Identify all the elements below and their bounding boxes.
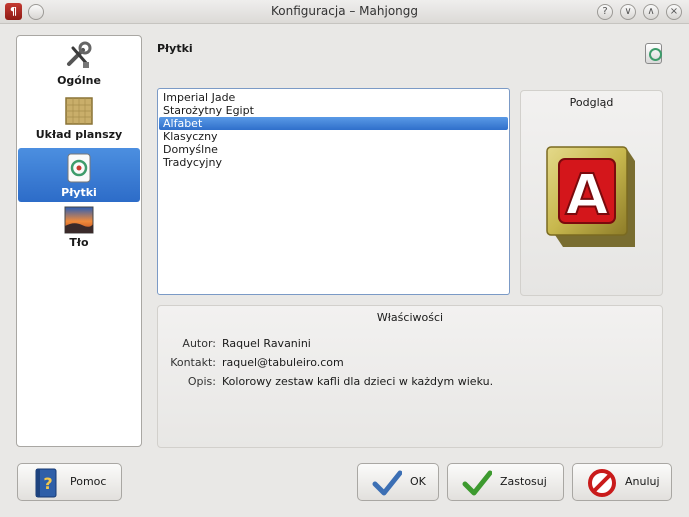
description-value: Kolorowy zestaw kafli dla dzieci w każdy… — [222, 375, 494, 388]
tile-icon — [645, 43, 662, 64]
help-button-label: Pomoc — [70, 475, 107, 488]
sidebar-item-tiles[interactable]: Płytki — [18, 148, 140, 202]
minimize-icon[interactable]: ∨ — [620, 4, 636, 20]
tile-preview-image: A — [546, 146, 635, 247]
cancel-button[interactable]: Anuluj — [572, 463, 672, 501]
properties-title: Właściwości — [376, 311, 444, 324]
sidebar-item-board-layout[interactable]: Układ planszy — [18, 96, 140, 148]
list-item[interactable]: Imperial Jade — [159, 91, 508, 104]
maximize-icon[interactable]: ∧ — [643, 4, 659, 20]
svg-text:?: ? — [43, 474, 52, 493]
properties-panel: Właściwości Autor: Raquel Ravanini Konta… — [157, 305, 663, 448]
sidebar-item-label: Ogólne — [57, 74, 101, 87]
board-layout-icon — [65, 97, 93, 125]
description-label: Opis: — [187, 375, 216, 388]
apply-button[interactable]: Zastosuj — [447, 463, 564, 501]
author-label: Autor: — [182, 337, 216, 350]
list-item[interactable]: Starożytny Egipt — [159, 104, 508, 117]
close-icon[interactable]: × — [666, 4, 682, 20]
contact-value: raquel@tabuleiro.com — [222, 356, 344, 369]
sidebar-item-label: Układ planszy — [35, 128, 123, 141]
title-bar: ¶ Konfiguracja – Mahjongg ? ∨ ∧ × — [0, 0, 689, 24]
preview-panel: Podgląd A — [520, 90, 663, 296]
author-value: Raquel Ravanini — [222, 337, 311, 350]
tile-icon — [67, 153, 91, 183]
ok-button-label: OK — [410, 475, 426, 488]
ok-button[interactable]: OK — [357, 463, 439, 501]
help-icon[interactable]: ? — [597, 4, 613, 20]
window-title: Konfiguracja – Mahjongg — [270, 4, 419, 18]
help-button[interactable]: ? Pomoc — [17, 463, 122, 501]
sidebar-item-general[interactable]: Ogólne — [18, 40, 140, 92]
settings-sidebar: Ogólne Układ planszy Płytki Tło — [16, 35, 142, 447]
tileset-list[interactable]: Imperial Jade Starożytny Egipt Alfabet K… — [157, 88, 510, 295]
help-book-icon: ? — [35, 468, 57, 498]
list-item[interactable]: Tradycyjny — [159, 156, 508, 169]
cancel-icon — [588, 469, 616, 497]
sidebar-item-background[interactable]: Tło — [18, 206, 140, 258]
page-title: Płytki — [157, 42, 193, 55]
sidebar-item-label: Tło — [69, 236, 89, 249]
list-item[interactable]: Domyślne — [159, 143, 508, 156]
list-item[interactable]: Klasyczny — [159, 130, 508, 143]
list-item-selected[interactable]: Alfabet — [159, 117, 508, 130]
cancel-button-label: Anuluj — [625, 475, 660, 488]
contact-label: Kontakt: — [170, 356, 216, 369]
sidebar-item-label: Płytki — [61, 186, 97, 199]
tile-preview-letter: A — [565, 163, 609, 228]
checkmark-icon — [372, 470, 402, 496]
settings-tools-icon — [67, 41, 92, 68]
preview-title: Podgląd — [569, 96, 614, 109]
apply-button-label: Zastosuj — [500, 475, 547, 488]
background-image-icon — [64, 206, 94, 234]
apply-checkmark-icon — [462, 470, 492, 496]
